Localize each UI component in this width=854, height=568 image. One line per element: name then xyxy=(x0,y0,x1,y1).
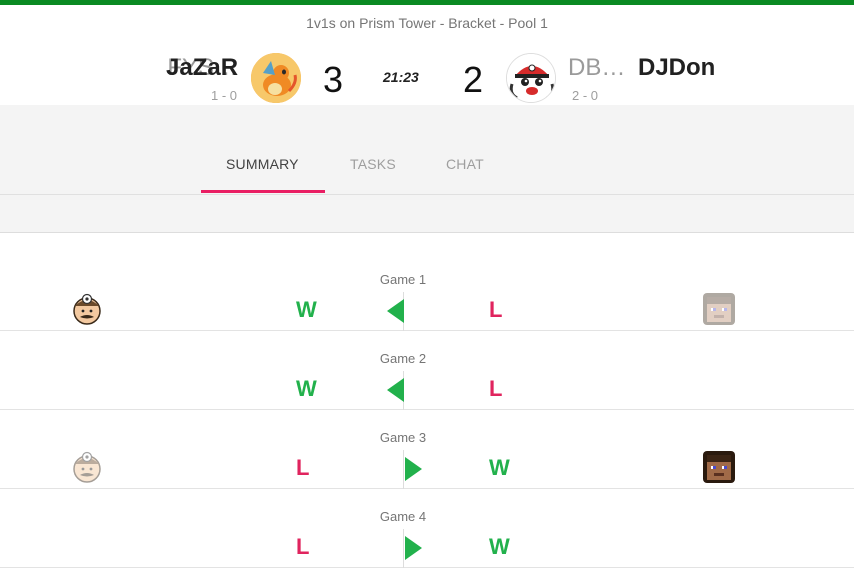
pokeball-mascot-avatar[interactable] xyxy=(506,53,556,103)
section-spacer xyxy=(0,195,854,233)
game-row: Game 4 L W xyxy=(0,489,854,568)
winner-arrow-left-icon xyxy=(387,299,404,323)
steve-icon-faded xyxy=(702,292,736,326)
winner-arrow-right-icon xyxy=(405,536,422,560)
game-row: Game 1 W L xyxy=(0,252,854,331)
right-team-tag: DB… xyxy=(568,54,626,81)
right-score: 2 xyxy=(463,59,484,100)
left-game-result: W xyxy=(296,376,317,401)
tab-tasks[interactable]: TASKS xyxy=(350,156,396,172)
tab-chat[interactable]: CHAT xyxy=(446,156,484,172)
winner-arrow-right-icon xyxy=(405,457,422,481)
match-header: 1v1s on Prism Tower - Bracket - Pool 1 F… xyxy=(0,5,854,105)
game-label: Game 4 xyxy=(379,509,427,524)
center-divider xyxy=(403,529,404,568)
left-player-record: 1 - 0 xyxy=(211,88,238,103)
dr-mario-icon-faded xyxy=(70,450,104,484)
left-game-result: W xyxy=(296,297,317,322)
right-game-result: L xyxy=(489,376,503,401)
game-row: Game 3 L W xyxy=(0,410,854,489)
charizard-avatar[interactable] xyxy=(251,53,301,103)
steve-icon xyxy=(702,450,736,484)
game-label: Game 2 xyxy=(379,351,427,366)
left-game-result: L xyxy=(296,455,310,480)
right-player-record: 2 - 0 xyxy=(572,88,599,103)
game-label: Game 3 xyxy=(379,430,427,445)
active-tab-indicator xyxy=(201,190,325,193)
dr-mario-icon xyxy=(70,292,104,326)
match-clock: 21:23 xyxy=(383,69,419,85)
left-game-result: L xyxy=(296,534,310,559)
right-game-result: W xyxy=(489,534,510,559)
right-game-result: W xyxy=(489,455,510,480)
event-title: 1v1s on Prism Tower - Bracket - Pool 1 xyxy=(306,15,548,31)
tab-bar: SUMMARY TASKS CHAT xyxy=(0,105,854,195)
center-divider xyxy=(403,450,404,489)
game-row: Game 2 W L xyxy=(0,331,854,410)
left-player-name[interactable]: JaZaR xyxy=(166,54,238,82)
winner-arrow-left-icon xyxy=(387,378,404,402)
left-score: 3 xyxy=(323,59,344,100)
tab-summary[interactable]: SUMMARY xyxy=(226,156,299,172)
right-game-result: L xyxy=(489,297,503,322)
game-label: Game 1 xyxy=(379,272,427,287)
right-player-name[interactable]: DJDon xyxy=(638,54,715,82)
